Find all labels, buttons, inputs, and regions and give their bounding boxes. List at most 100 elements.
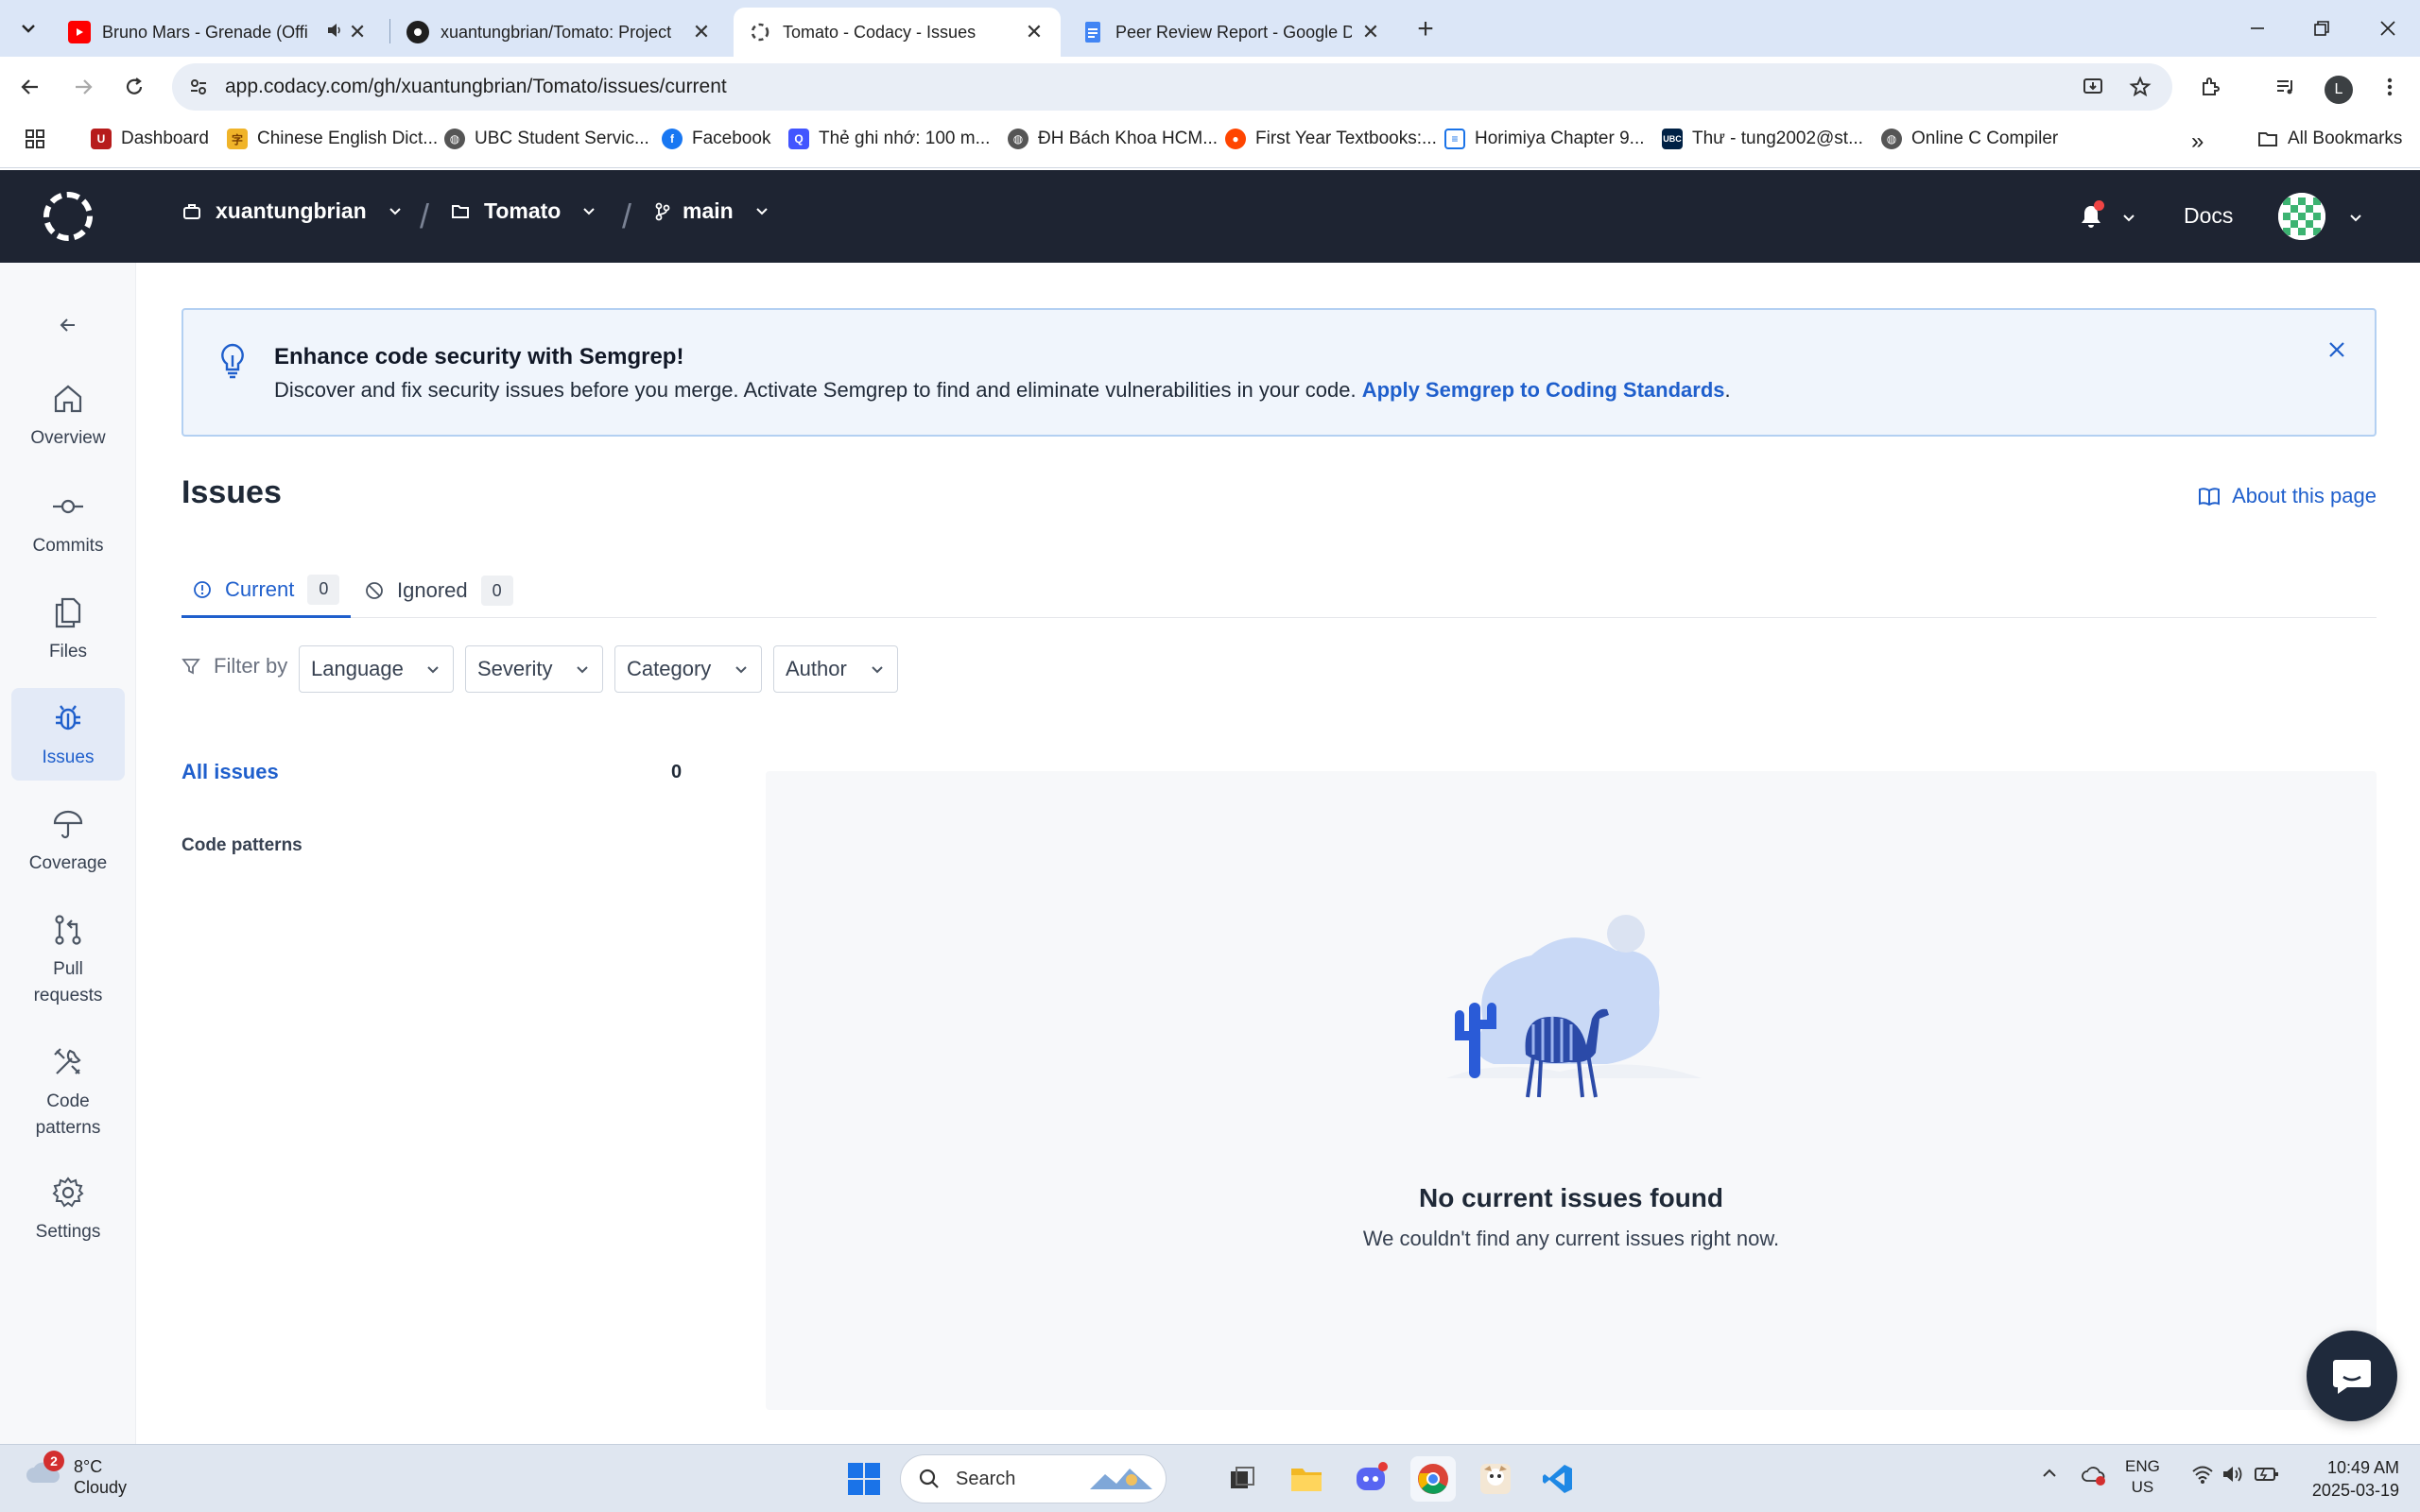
bookmark-chinese-dict[interactable]: 字 Chinese English Dict... xyxy=(227,129,438,149)
close-icon xyxy=(2380,21,2395,36)
wifi-icon[interactable] xyxy=(2191,1464,2214,1489)
close-tab-icon[interactable]: ✕ xyxy=(1023,20,1046,44)
all-bookmarks-button[interactable]: All Bookmarks xyxy=(2257,129,2402,149)
sidebar-item-issues[interactable]: Issues xyxy=(11,688,125,781)
all-issues-link[interactable]: All issues xyxy=(182,760,279,784)
sidebar-item-pull-requests[interactable]: Pull requests xyxy=(11,900,125,1019)
close-icon xyxy=(2329,342,2344,357)
apps-grid-icon[interactable] xyxy=(25,129,45,149)
chrome-icon[interactable] xyxy=(1410,1456,1456,1502)
org-selector[interactable]: xuantungbrian xyxy=(182,198,403,224)
weather-badge: 2 xyxy=(43,1451,64,1471)
sidebar-item-coverage[interactable]: Coverage xyxy=(11,794,125,886)
show-hidden-icons-chevron-icon[interactable] xyxy=(2040,1464,2059,1487)
browser-profile-avatar[interactable]: L xyxy=(2325,76,2353,104)
bookmark-bach-khoa[interactable]: ◍ ĐH Bách Khoa HCM... xyxy=(1008,129,1218,149)
bug-icon xyxy=(49,699,87,737)
reload-button[interactable] xyxy=(117,70,151,104)
google-docs-icon xyxy=(1081,21,1104,43)
sidebar-item-settings[interactable]: Settings xyxy=(11,1162,125,1255)
sidebar-item-overview[interactable]: Overview xyxy=(11,369,125,461)
close-tab-icon[interactable]: ✕ xyxy=(346,20,369,44)
docs-link[interactable]: Docs xyxy=(2184,203,2233,229)
weather-temp: 8°C xyxy=(74,1457,103,1476)
tab-google-docs[interactable]: Peer Review Report - Google Do ✕ xyxy=(1066,8,1397,57)
language-filter-dropdown[interactable]: Language xyxy=(299,645,454,693)
tab-search-button[interactable] xyxy=(11,11,45,45)
more-bookmarks-chevron-icon[interactable]: » xyxy=(2191,129,2204,155)
sidebar-item-code-patterns[interactable]: Code patterns xyxy=(11,1032,125,1151)
vscode-icon[interactable] xyxy=(1535,1456,1581,1502)
windows-start-icon[interactable] xyxy=(841,1456,887,1502)
tab-github[interactable]: xuantungbrian/Tomato: Project ✕ xyxy=(391,8,728,57)
chat-bubble-icon xyxy=(2333,1360,2371,1394)
code-patterns-heading: Code patterns xyxy=(182,835,302,855)
media-controls-icon[interactable] xyxy=(2269,70,2303,104)
sidebar-item-files[interactable]: Files xyxy=(11,582,125,675)
about-this-page-link[interactable]: About this page xyxy=(2198,484,2377,508)
author-filter-dropdown[interactable]: Author xyxy=(773,645,898,693)
branch-selector[interactable]: main xyxy=(652,198,769,224)
file-explorer-icon[interactable] xyxy=(1284,1456,1329,1502)
clock-date: 2025-03-19 xyxy=(2311,1481,2399,1500)
taskbar-search[interactable]: Search xyxy=(900,1454,1167,1503)
install-app-icon[interactable] xyxy=(2076,70,2110,104)
alert-circle-icon xyxy=(194,580,211,598)
empty-state-subtitle: We couldn't find any current issues righ… xyxy=(1362,1227,1780,1250)
weather-widget[interactable]: 2 8°C Cloudy xyxy=(25,1451,127,1498)
tab-youtube[interactable]: Bruno Mars - Grenade (Offi ✕ xyxy=(53,8,384,57)
input-language-indicator[interactable]: ENG US xyxy=(2125,1456,2160,1498)
discord-icon[interactable] xyxy=(1348,1456,1393,1502)
close-tab-icon[interactable]: ✕ xyxy=(690,20,713,44)
support-chat-button[interactable] xyxy=(2307,1331,2397,1421)
system-clock[interactable]: 10:49 AM 2025-03-19 xyxy=(2299,1456,2399,1502)
bookmark-quizlet[interactable]: Q Thẻ ghi nhớ: 100 m... xyxy=(788,129,990,149)
restore-button[interactable] xyxy=(2299,9,2344,47)
minimize-button[interactable] xyxy=(2235,9,2280,47)
bookmark-dashboard[interactable]: U Dashboard xyxy=(91,129,209,149)
codacy-logo[interactable] xyxy=(43,192,93,241)
chevron-down-icon[interactable] xyxy=(2121,210,2136,225)
forward-button[interactable] xyxy=(66,70,100,104)
bookmark-online-c[interactable]: ◍ Online C Compiler xyxy=(1881,129,2058,149)
category-filter-dropdown[interactable]: Category xyxy=(614,645,762,693)
bookmark-label: UBC Student Servic... xyxy=(475,129,649,148)
browser-menu-icon[interactable] xyxy=(2373,70,2407,104)
back-button[interactable] xyxy=(13,70,47,104)
bookmark-horimiya[interactable]: ≡ Horimiya Chapter 9... xyxy=(1444,129,1645,149)
bookmark-star-icon[interactable] xyxy=(2123,70,2157,104)
apply-semgrep-link[interactable]: Apply Semgrep to Coding Standards xyxy=(1362,378,1725,402)
tab-codacy-active[interactable]: Tomato - Codacy - Issues ✕ xyxy=(734,8,1061,57)
address-bar[interactable]: app.codacy.com/gh/xuantungbrian/Tomato/i… xyxy=(172,63,2172,111)
reload-icon xyxy=(126,77,143,94)
bookmark-ubc-student[interactable]: ◍ UBC Student Servic... xyxy=(444,129,649,149)
severity-filter-dropdown[interactable]: Severity xyxy=(465,645,603,693)
chevron-down-icon[interactable] xyxy=(2348,210,2363,225)
close-tab-icon[interactable]: ✕ xyxy=(1359,20,1382,44)
task-view-icon[interactable] xyxy=(1219,1456,1265,1502)
repo-selector[interactable]: Tomato xyxy=(450,198,596,224)
tab-current[interactable]: Current 0 xyxy=(182,563,352,618)
new-tab-button[interactable]: + xyxy=(1409,13,1443,45)
close-banner-button[interactable] xyxy=(2322,335,2352,365)
bookmark-ubc-mail[interactable]: UBC Thư - tung2002@st... xyxy=(1662,129,1863,149)
gear-icon xyxy=(49,1174,87,1211)
collapse-sidebar-button[interactable] xyxy=(53,310,83,340)
tab-ignored[interactable]: Ignored 0 xyxy=(365,563,513,618)
avatar[interactable] xyxy=(2278,193,2325,240)
cloud-sync-icon[interactable] xyxy=(2082,1464,2106,1491)
sidebar-item-commits[interactable]: Commits xyxy=(11,476,125,569)
volume-icon[interactable] xyxy=(2221,1464,2244,1489)
site-settings-icon[interactable] xyxy=(185,74,212,100)
sidebar-item-label: Coverage xyxy=(28,853,108,873)
bookmark-reddit[interactable]: ● First Year Textbooks:... xyxy=(1225,129,1437,149)
umbrella-icon xyxy=(49,805,87,843)
bookmark-facebook[interactable]: f Facebook xyxy=(662,129,770,149)
ban-icon xyxy=(366,582,383,599)
speaker-icon[interactable] xyxy=(325,21,346,44)
battery-icon[interactable] xyxy=(2254,1464,2280,1489)
extensions-icon[interactable] xyxy=(2193,70,2227,104)
close-window-button[interactable] xyxy=(2365,9,2411,47)
game-app-icon[interactable] xyxy=(1473,1456,1518,1502)
doc-icon: ≡ xyxy=(1444,129,1465,149)
